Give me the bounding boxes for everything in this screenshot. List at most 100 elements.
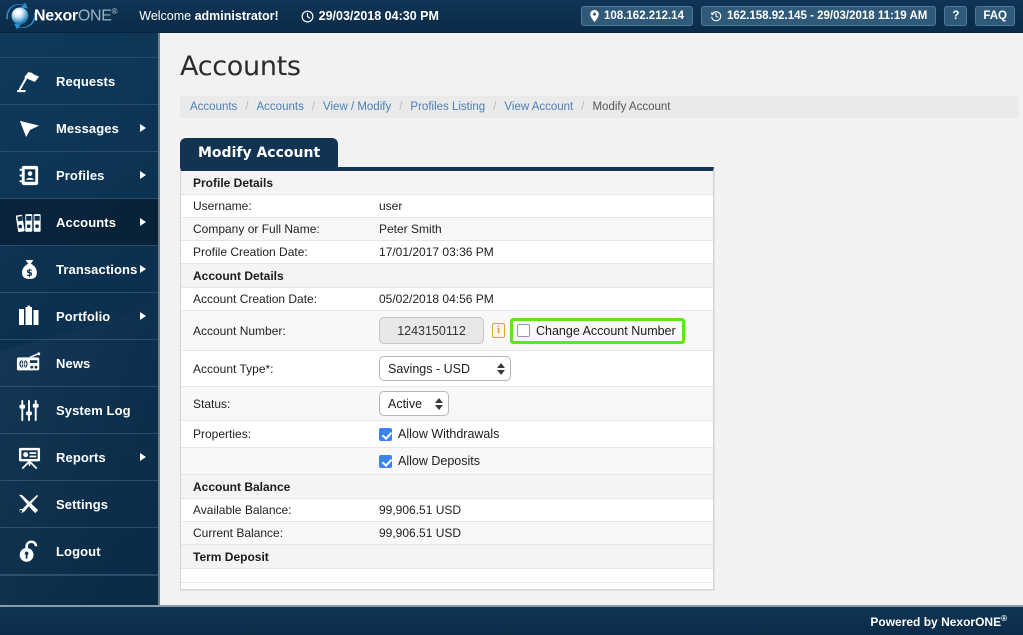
sidebar-item-messages[interactable]: Messages bbox=[0, 105, 158, 152]
sidebar-item-label: Profiles bbox=[56, 167, 105, 183]
breadcrumb-separator: / bbox=[399, 101, 403, 113]
sidebar-item-profiles[interactable]: Profiles bbox=[0, 152, 158, 199]
cursor-arrow-icon bbox=[14, 115, 44, 141]
last-login-badge[interactable]: 162.158.92.145 - 29/03/2018 11:19 AM bbox=[700, 6, 937, 26]
row-label-available-balance: Available Balance: bbox=[193, 503, 292, 517]
row-value-allow-withdrawals: Allow Withdrawals bbox=[379, 423, 713, 445]
top-bar: NexorONE® Welcome administrator! 29/03/2… bbox=[0, 0, 1023, 33]
sidebar-item-label: Settings bbox=[56, 496, 109, 512]
tab-modify-account[interactable]: Modify Account bbox=[180, 138, 339, 167]
sidebar-item-label: System Log bbox=[56, 402, 131, 418]
sidebar-item-logout[interactable]: Logout bbox=[0, 528, 158, 575]
row-label-status: Status: bbox=[193, 396, 231, 411]
row-value-allow-deposits: Allow Deposits bbox=[379, 450, 713, 472]
chevron-right-icon bbox=[140, 453, 146, 461]
sidebar-item-reports[interactable]: Reports bbox=[0, 434, 158, 481]
unlocked-padlock-icon bbox=[14, 538, 44, 564]
chevron-right-icon bbox=[140, 218, 146, 226]
account-type-select[interactable]: Savings - USD bbox=[379, 356, 511, 381]
sidebar-navigation: Requests Messages Profiles Accounts $ Tr… bbox=[0, 33, 160, 605]
address-book-icon bbox=[14, 162, 44, 188]
sidebar-item-label: Reports bbox=[56, 449, 106, 465]
current-ip-badge[interactable]: 108.162.212.14 bbox=[581, 6, 693, 26]
sidebar-item-accounts[interactable]: Accounts bbox=[0, 199, 158, 246]
allow-withdrawals-checkbox[interactable] bbox=[379, 427, 392, 441]
breadcrumb-item-accounts-1[interactable]: Accounts bbox=[190, 101, 237, 113]
row-label-current-balance: Current Balance: bbox=[193, 526, 284, 540]
sidebar-item-label: Requests bbox=[56, 73, 116, 89]
section-title: Profile Details bbox=[193, 175, 274, 190]
money-bag-icon: $ bbox=[14, 256, 44, 282]
clock-icon bbox=[301, 10, 314, 22]
faq-button[interactable]: FAQ bbox=[975, 6, 1015, 26]
page-title: Accounts bbox=[180, 51, 301, 82]
desk-lamp-icon bbox=[14, 68, 44, 94]
sidebar-item-system-log[interactable]: System Log bbox=[0, 387, 158, 434]
row-value-username: user bbox=[379, 199, 403, 213]
status-selected-value: Active bbox=[388, 396, 423, 411]
sidebar-item-label: Logout bbox=[56, 543, 101, 559]
status-select[interactable]: Active bbox=[379, 391, 449, 416]
breadcrumb-item-modify-account: Modify Account bbox=[592, 101, 671, 113]
binders-icon bbox=[14, 209, 44, 235]
section-title: Account Details bbox=[193, 268, 284, 283]
current-datetime: 29/03/2018 04:30 PM bbox=[301, 9, 439, 23]
sidebar-item-settings[interactable]: Settings bbox=[0, 481, 158, 528]
table-row-properties-2: Allow Deposits bbox=[181, 448, 713, 475]
history-clock-icon bbox=[710, 11, 722, 22]
modify-account-panel: Profile Details Username: user Company o… bbox=[180, 167, 714, 590]
table-row: Username: user bbox=[181, 195, 713, 218]
row-value-current-balance: 99,906.51 USD bbox=[379, 526, 462, 540]
chevron-updown-icon bbox=[497, 362, 505, 375]
breadcrumb-separator: / bbox=[581, 101, 585, 113]
table-row: Account Creation Date: 05/02/2018 04:56 … bbox=[181, 288, 713, 311]
table-row-spacer bbox=[181, 569, 713, 583]
allow-deposits-checkbox[interactable] bbox=[379, 454, 392, 468]
chevron-right-icon bbox=[140, 124, 146, 132]
sliders-icon bbox=[14, 397, 44, 423]
row-value-account-type: Savings - USD bbox=[379, 352, 713, 385]
section-header-profile-details: Profile Details bbox=[181, 171, 713, 195]
section-header-term-deposit: Term Deposit bbox=[181, 545, 713, 569]
application-window: NexorONE® Welcome administrator! 29/03/2… bbox=[0, 0, 1023, 635]
section-header-account-balance: Account Balance bbox=[181, 475, 713, 499]
change-account-number-checkbox[interactable] bbox=[517, 324, 530, 337]
sidebar-top-spacer bbox=[0, 33, 158, 58]
location-pin-icon bbox=[590, 10, 599, 22]
sidebar-item-requests[interactable]: Requests bbox=[0, 58, 158, 105]
breadcrumb-item-view-modify[interactable]: View / Modify bbox=[323, 101, 391, 113]
sidebar-item-label: Portfolio bbox=[56, 308, 111, 324]
info-icon[interactable]: i bbox=[492, 323, 505, 338]
powered-by-label: Powered by NexorONE® bbox=[870, 613, 1007, 629]
table-row: Company or Full Name: Peter Smith bbox=[181, 218, 713, 241]
sidebar-item-transactions[interactable]: $ Transactions bbox=[0, 246, 158, 293]
breadcrumb-separator: / bbox=[493, 101, 497, 113]
globe-swoosh-icon bbox=[6, 2, 36, 30]
change-account-number-highlight: Change Account Number bbox=[510, 317, 685, 344]
breadcrumb-item-accounts-2[interactable]: Accounts bbox=[257, 101, 304, 113]
row-label-properties: Properties: bbox=[193, 427, 252, 441]
brand-logo[interactable]: NexorONE® bbox=[6, 0, 118, 33]
breadcrumb-separator: / bbox=[245, 101, 249, 113]
sidebar-item-label: Transactions bbox=[56, 261, 138, 277]
chevron-right-icon bbox=[140, 265, 146, 273]
sidebar-item-news[interactable]: News bbox=[0, 340, 158, 387]
breadcrumb: Accounts / Accounts / View / Modify / Pr… bbox=[180, 96, 1019, 118]
footer-bar: Powered by NexorONE® bbox=[0, 605, 1023, 635]
table-row-status: Status: Active bbox=[181, 387, 713, 421]
row-value-account-creation-date: 05/02/2018 04:56 PM bbox=[379, 292, 494, 306]
row-value-company-or-full-name: Peter Smith bbox=[379, 222, 442, 236]
row-label-empty bbox=[181, 457, 379, 465]
brand-name: NexorONE® bbox=[34, 6, 118, 25]
table-row: Available Balance: 99,906.51 USD bbox=[181, 499, 713, 522]
account-number-input[interactable] bbox=[379, 317, 484, 344]
sidebar-item-portfolio[interactable]: Portfolio bbox=[0, 293, 158, 340]
table-row-properties: Properties: Allow Withdrawals bbox=[181, 421, 713, 448]
breadcrumb-item-view-account[interactable]: View Account bbox=[504, 101, 573, 113]
presentation-icon bbox=[14, 444, 44, 470]
breadcrumb-item-profiles-listing[interactable]: Profiles Listing bbox=[410, 101, 485, 113]
table-row: Profile Creation Date: 17/01/2017 03:36 … bbox=[181, 241, 713, 264]
main-content: Accounts Accounts / Accounts / View / Mo… bbox=[162, 33, 1023, 605]
row-value-account-number: i Change Account Number bbox=[379, 313, 713, 348]
help-button[interactable]: ? bbox=[944, 6, 968, 26]
